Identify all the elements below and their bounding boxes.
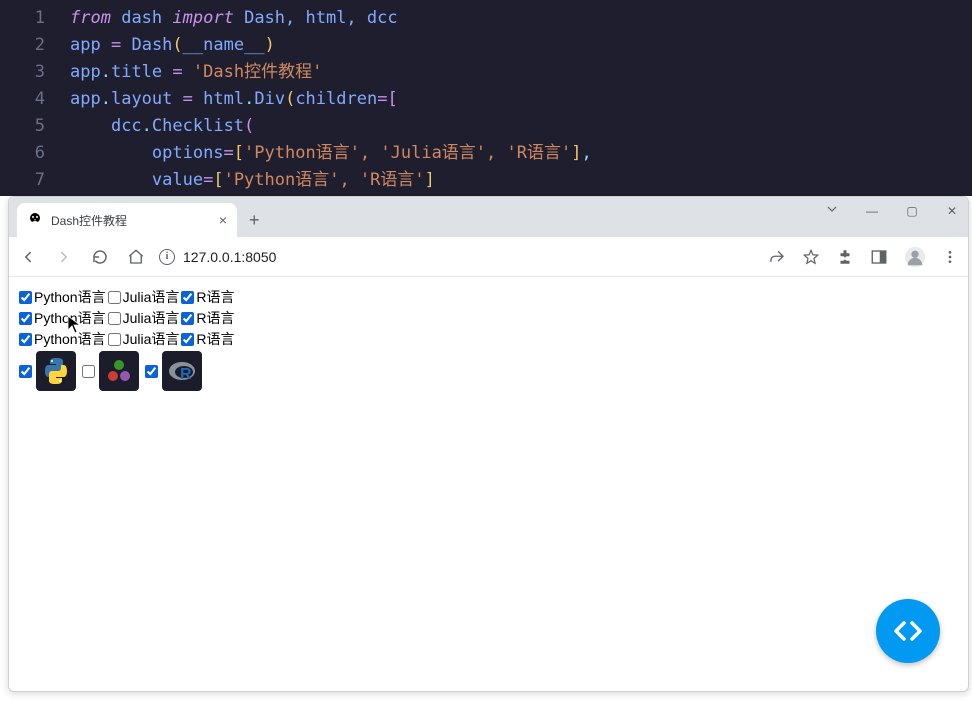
checkbox-input[interactable] (181, 333, 194, 346)
r-logo-icon: R (162, 351, 202, 391)
tab-title: Dash控件教程 (51, 212, 211, 229)
checklist-item[interactable]: Julia语言 (108, 329, 180, 349)
sidepanel-icon[interactable] (870, 248, 888, 266)
checklist-item[interactable]: R语言 (181, 329, 234, 349)
svg-text:R: R (180, 366, 192, 383)
share-icon[interactable] (768, 248, 786, 266)
julia-logo-icon (99, 351, 139, 391)
code-editor: 1from dash import Dash, html, dcc 2app =… (0, 0, 972, 196)
window-controls: — ▢ ✕ (822, 203, 962, 218)
checkbox-input[interactable] (108, 333, 121, 346)
code-angle-icon (892, 615, 924, 647)
checkbox-input[interactable] (82, 365, 95, 378)
dash-devtools-button[interactable] (876, 599, 940, 663)
checkbox-label: R语言 (196, 329, 234, 349)
window-dropdown-icon[interactable] (822, 203, 842, 218)
checkbox-label: Python语言 (34, 329, 106, 349)
site-info-icon[interactable]: i (159, 249, 175, 265)
tab-close-icon[interactable]: × (219, 212, 227, 228)
checkbox-input[interactable] (181, 291, 194, 304)
line-number: 2 (0, 32, 70, 59)
browser-tab-active[interactable]: Dash控件教程 × (17, 203, 237, 237)
menu-kebab-icon[interactable] (942, 249, 958, 265)
checklist-row: Python语言 Julia语言 R语言 (19, 308, 958, 328)
window-maximize-icon[interactable]: ▢ (902, 204, 922, 218)
checklist-icon-item[interactable]: R (145, 351, 202, 391)
new-tab-button[interactable]: + (237, 210, 272, 231)
line-number: 3 (0, 59, 70, 86)
checkbox-input[interactable] (145, 365, 158, 378)
checkbox-label: Julia语言 (123, 308, 180, 328)
nav-back-icon[interactable] (19, 248, 37, 266)
line-number: 6 (0, 140, 70, 167)
checklist-item[interactable]: R语言 (181, 308, 234, 328)
checklist-item[interactable]: R语言 (181, 287, 234, 307)
checklist-icon-item[interactable] (19, 351, 76, 391)
checklist-item[interactable]: Python语言 (19, 329, 106, 349)
checkbox-label: R语言 (196, 287, 234, 307)
line-number: 1 (0, 5, 70, 32)
extensions-icon[interactable] (836, 248, 854, 266)
browser-address-bar: i 127.0.0.1:8050 (9, 237, 968, 277)
checkbox-input[interactable] (19, 365, 32, 378)
checklist-item[interactable]: Julia语言 (108, 308, 180, 328)
code-line-4: app.layout = html.Div(children=[ (70, 86, 398, 113)
checkbox-input[interactable] (19, 291, 32, 304)
nav-forward-icon[interactable] (55, 248, 73, 266)
python-logo-icon (36, 351, 76, 391)
checklist-item[interactable]: Python语言 (19, 287, 106, 307)
checkbox-label: Julia语言 (123, 329, 180, 349)
url-field[interactable]: i 127.0.0.1:8050 (159, 249, 754, 265)
penguin-favicon-icon (27, 212, 43, 228)
checkbox-label: Python语言 (34, 308, 106, 328)
page-content: Python语言Julia语言R语言Python语言Julia语言R语言Pyth… (9, 277, 968, 691)
checkbox-label: R语言 (196, 308, 234, 328)
window-minimize-icon[interactable]: — (862, 204, 882, 218)
nav-reload-icon[interactable] (91, 248, 109, 266)
checklist-item[interactable]: Python语言 (19, 308, 106, 328)
line-number: 5 (0, 113, 70, 140)
code-line-1: from dash import Dash, html, dcc (70, 5, 398, 32)
browser-window: Dash控件教程 × + — ▢ ✕ i 127.0.0.1:8050 (8, 196, 969, 692)
code-line-5: dcc.Checklist( (70, 113, 254, 140)
nav-home-icon[interactable] (127, 248, 145, 266)
checkbox-input[interactable] (108, 312, 121, 325)
checkbox-label: Julia语言 (123, 287, 180, 307)
checklist-row: Python语言 Julia语言 R语言 (19, 287, 958, 307)
line-number: 7 (0, 167, 70, 194)
code-line-2: app = Dash(__name__) (70, 32, 275, 59)
code-line-7: value=['Python语言', 'R语言'] (70, 167, 435, 194)
url-text: 127.0.0.1:8050 (183, 249, 276, 265)
profile-avatar-icon[interactable] (904, 246, 926, 268)
code-line-3: app.title = 'Dash控件教程' (70, 59, 322, 86)
window-close-icon[interactable]: ✕ (942, 204, 962, 218)
browser-tabbar: Dash控件教程 × + — ▢ ✕ (9, 197, 968, 237)
checkbox-input[interactable] (19, 333, 32, 346)
code-line-6: options=['Python语言', 'Julia语言', 'R语言'], (70, 140, 592, 167)
checklist-row: Python语言 Julia语言 R语言 (19, 329, 958, 349)
checkbox-label: Python语言 (34, 287, 106, 307)
checkbox-input[interactable] (181, 312, 194, 325)
line-number: 4 (0, 86, 70, 113)
checkbox-input[interactable] (108, 291, 121, 304)
checklist-item[interactable]: Julia语言 (108, 287, 180, 307)
bookmark-star-icon[interactable] (802, 248, 820, 266)
checkbox-input[interactable] (19, 312, 32, 325)
checklist-icon-item[interactable] (82, 351, 139, 391)
